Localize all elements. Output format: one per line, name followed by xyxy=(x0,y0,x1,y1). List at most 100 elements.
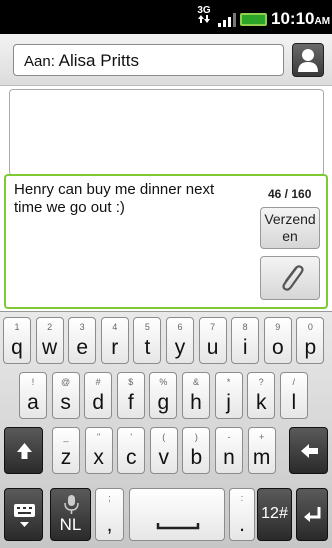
network-indicator: 3G xyxy=(197,6,211,25)
key-alt-label: % xyxy=(159,377,168,387)
status-bar: 3G 10:10AM xyxy=(0,0,332,34)
key-alt-label: " xyxy=(96,432,101,442)
key-alt-label: 3 xyxy=(79,322,85,332)
key-label: t xyxy=(144,336,151,359)
key-label: i xyxy=(242,336,248,359)
key-alt-label: ? xyxy=(258,377,264,387)
key-h[interactable]: & h xyxy=(182,372,210,419)
voice-language-key[interactable]: NL xyxy=(50,488,91,541)
key-label: a xyxy=(27,391,39,414)
space-key[interactable] xyxy=(129,488,225,541)
keyboard-icon xyxy=(14,504,35,527)
key-alt-label: 9 xyxy=(275,322,281,332)
key-b[interactable]: ) b xyxy=(182,427,211,474)
send-button[interactable]: Verzend en xyxy=(260,207,320,249)
key-label: u xyxy=(206,336,219,359)
key-alt-label: 0 xyxy=(307,322,313,332)
key-i[interactable]: 8i xyxy=(231,317,260,364)
key-label: c xyxy=(125,446,137,469)
key-label: x xyxy=(93,446,104,469)
shift-key[interactable] xyxy=(4,427,43,474)
recipient-field[interactable]: Aan: Alisa Pritts xyxy=(13,44,284,76)
key-q[interactable]: 1q xyxy=(3,317,31,364)
key-j[interactable]: * j xyxy=(214,372,243,419)
key-alt-label: & xyxy=(192,377,199,387)
shift-arrow-icon xyxy=(17,443,32,459)
key-label: n xyxy=(223,446,235,469)
key-label: d xyxy=(92,391,105,414)
key-label: r xyxy=(111,336,119,359)
key-e[interactable]: 3e xyxy=(68,317,97,364)
key-label: y xyxy=(174,336,186,359)
key-alt-label: ! xyxy=(31,377,35,387)
key-alt-label: _ xyxy=(63,432,69,442)
period-label: . xyxy=(239,513,245,536)
key-p[interactable]: 0p xyxy=(296,317,325,364)
key-alt-label: 5 xyxy=(144,322,150,332)
symbols-label: 12# xyxy=(261,505,288,522)
key-r[interactable]: 4r xyxy=(100,317,129,364)
key-x[interactable]: " x xyxy=(84,427,113,474)
key-label: g xyxy=(157,391,170,414)
key-label: f xyxy=(127,391,134,414)
period-key[interactable]: : . xyxy=(229,488,255,541)
keyboard-hide-key[interactable] xyxy=(4,488,43,541)
data-transfer-icon xyxy=(198,15,210,23)
key-k[interactable]: ? k xyxy=(247,372,276,419)
comma-alt-label: ; xyxy=(108,493,111,503)
recipient-name: Alisa Pritts xyxy=(58,51,139,70)
character-counter: 46 / 160 xyxy=(268,187,312,201)
key-alt-label: * xyxy=(226,377,231,387)
key-m[interactable]: + m xyxy=(247,427,276,474)
key-n[interactable]: -n xyxy=(215,427,243,474)
key-l[interactable]: / l xyxy=(279,372,308,419)
key-w[interactable]: 2w xyxy=(35,317,64,364)
person-icon xyxy=(298,49,318,72)
key-g[interactable]: % g xyxy=(149,372,178,419)
key-label: o xyxy=(271,336,284,359)
message-thread xyxy=(9,89,324,176)
key-alt-label: 7 xyxy=(210,322,216,332)
key-c[interactable]: ' c xyxy=(117,427,146,474)
key-t[interactable]: 5t xyxy=(133,317,162,364)
key-label: l xyxy=(291,391,297,414)
backspace-key[interactable] xyxy=(289,427,328,474)
attach-button[interactable] xyxy=(260,256,320,300)
clock: 10:10AM xyxy=(271,9,331,28)
key-f[interactable]: $ f xyxy=(116,372,145,419)
key-z[interactable]: _ z xyxy=(52,427,80,474)
to-label: Aan: xyxy=(24,53,55,70)
key-s[interactable]: @ s xyxy=(51,372,80,419)
key-label: j xyxy=(226,391,231,414)
compose-area: Henry can buy me dinner next time we go … xyxy=(4,174,328,309)
message-input[interactable]: Henry can buy me dinner next time we go … xyxy=(14,181,234,217)
symbols-key[interactable]: 12# xyxy=(257,488,292,541)
key-label: m xyxy=(252,446,271,469)
comma-label: , xyxy=(106,513,113,536)
key-label: e xyxy=(76,336,89,359)
key-label: q xyxy=(11,336,23,359)
language-label: NL xyxy=(59,515,82,534)
key-label: k xyxy=(255,391,267,414)
key-alt-label: # xyxy=(95,377,101,387)
key-u[interactable]: 7u xyxy=(198,317,227,364)
key-y[interactable]: 6y xyxy=(166,317,194,364)
key-alt-label: + xyxy=(258,432,265,442)
add-contact-button[interactable] xyxy=(292,43,324,77)
key-label: h xyxy=(190,391,202,414)
enter-key[interactable] xyxy=(296,488,328,541)
key-alt-label: $ xyxy=(128,377,134,387)
key-label: b xyxy=(190,446,203,469)
key-label: v xyxy=(158,446,170,469)
comma-key[interactable]: ; , xyxy=(95,488,124,541)
key-v[interactable]: (v xyxy=(149,427,178,474)
key-alt-label: 1 xyxy=(14,322,20,332)
key-alt-label: - xyxy=(227,432,231,442)
keyboard: 1q2w3e4r5t6y7u8i9o0p ! a @ s # d $ f% g & h * j? k / l … xyxy=(0,311,332,548)
key-d[interactable]: # d xyxy=(84,372,113,419)
key-o[interactable]: 9o xyxy=(263,317,292,364)
key-label: z xyxy=(60,446,72,469)
key-alt-label: 2 xyxy=(47,322,53,332)
key-a[interactable]: ! a xyxy=(19,372,47,419)
key-alt-label: ) xyxy=(194,432,198,442)
